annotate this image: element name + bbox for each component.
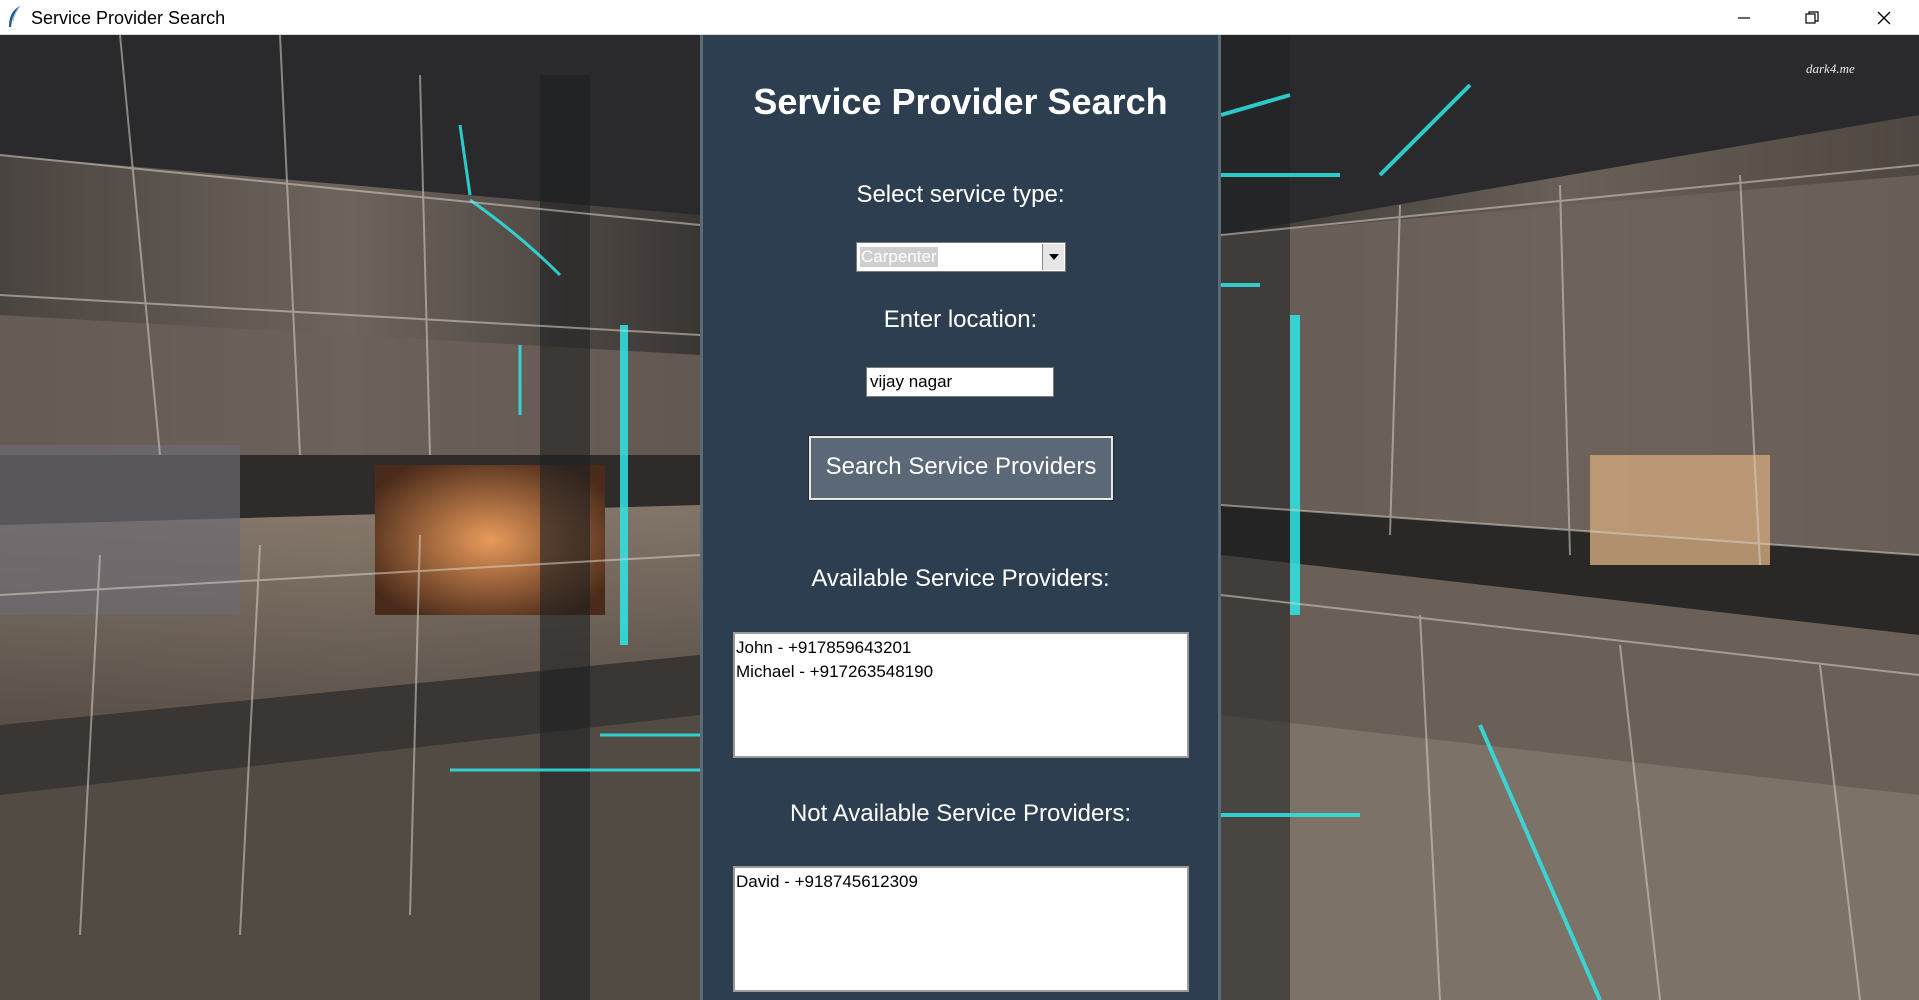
location-label: Enter location: bbox=[883, 306, 1038, 333]
restore-button[interactable] bbox=[1778, 0, 1846, 35]
available-providers-list[interactable]: John - +917859643201 Michael - +91726354… bbox=[733, 632, 1189, 758]
search-panel: Service Provider Search Select service t… bbox=[700, 35, 1221, 1000]
search-providers-button[interactable]: Search Service Providers bbox=[808, 435, 1114, 501]
available-providers-label: Available Service Providers: bbox=[811, 565, 1110, 592]
service-type-select[interactable]: Carpenter bbox=[856, 242, 1066, 272]
not-available-providers-list[interactable]: David - +918745612309 bbox=[733, 866, 1189, 992]
not-available-providers-label: Not Available Service Providers: bbox=[789, 800, 1132, 827]
list-item[interactable]: David - +918745612309 bbox=[736, 870, 1186, 894]
service-type-value: Carpenter bbox=[860, 247, 938, 267]
app-window: Service Provider Search dark4.me Service… bbox=[0, 0, 1919, 1000]
page-title: Service Provider Search bbox=[753, 81, 1168, 122]
restore-icon bbox=[1805, 10, 1819, 24]
list-item[interactable]: Michael - +917263548190 bbox=[736, 660, 1186, 684]
list-item[interactable]: John - +917859643201 bbox=[736, 636, 1186, 660]
close-icon bbox=[1877, 11, 1891, 24]
service-type-label: Select service type: bbox=[856, 181, 1065, 208]
window-title: Service Provider Search bbox=[31, 8, 226, 28]
watermark-text: dark4.me bbox=[1806, 61, 1855, 76]
minimize-icon bbox=[1738, 16, 1750, 19]
close-button[interactable] bbox=[1850, 0, 1918, 35]
feather-icon bbox=[9, 5, 21, 27]
dropdown-button[interactable] bbox=[1042, 244, 1064, 270]
chevron-down-icon bbox=[1048, 254, 1059, 260]
title-bar: Service Provider Search bbox=[0, 0, 1919, 35]
location-input[interactable] bbox=[866, 367, 1054, 397]
minimize-button[interactable] bbox=[1710, 0, 1778, 35]
